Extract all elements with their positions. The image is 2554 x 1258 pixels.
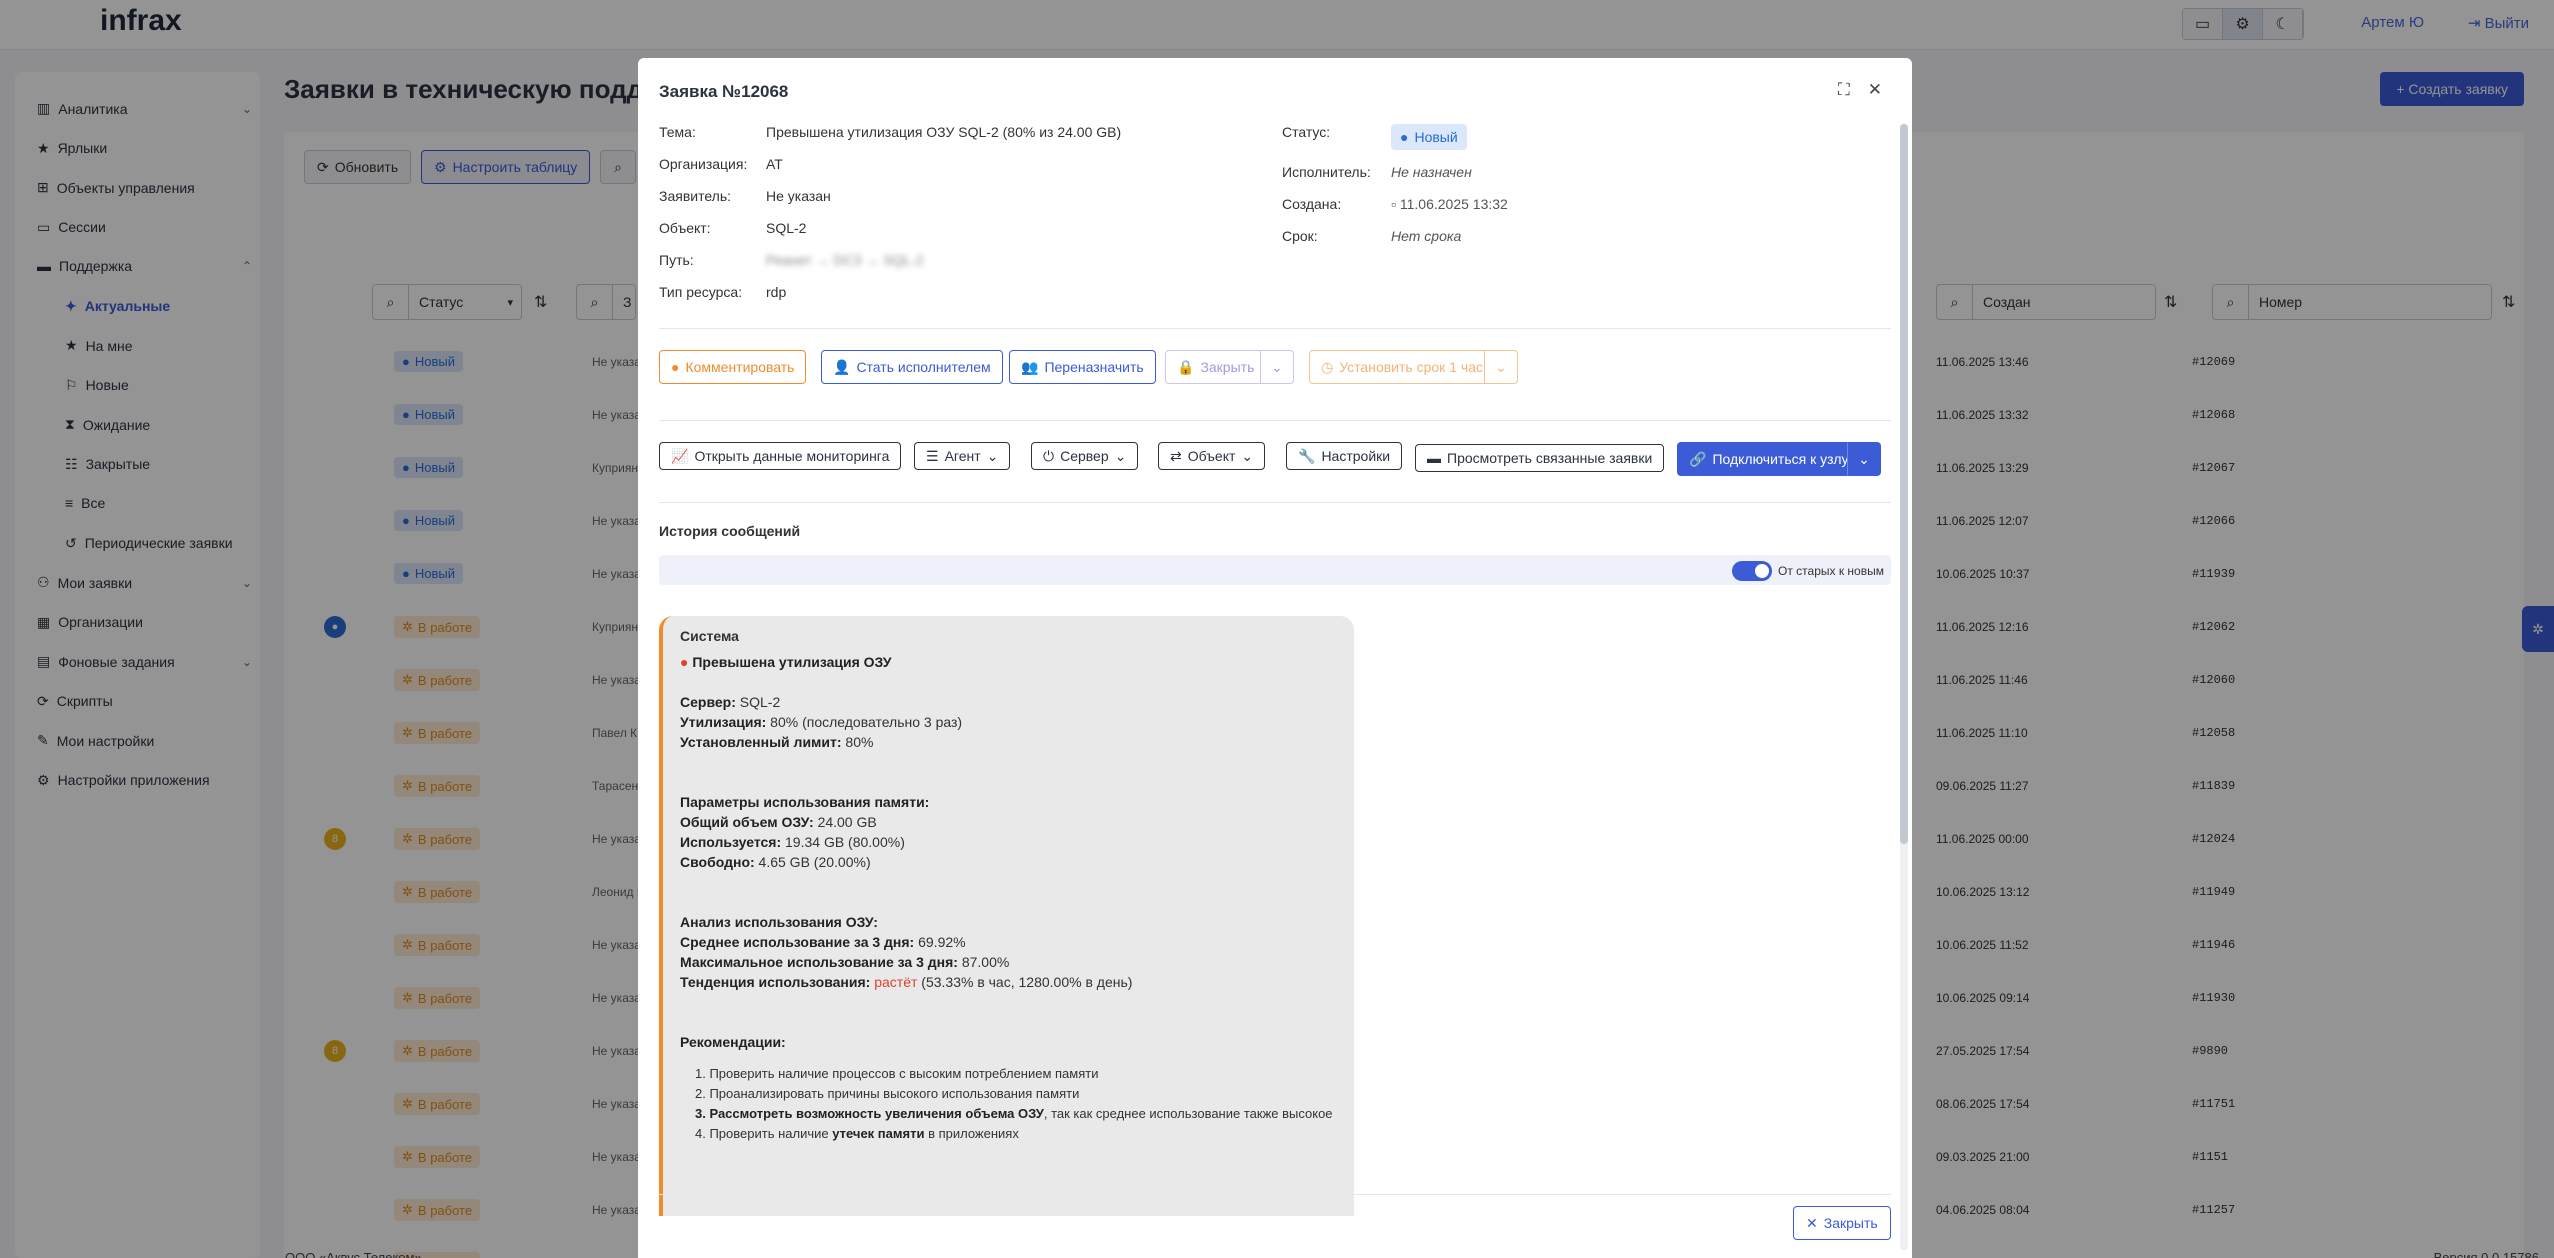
divider bbox=[659, 1194, 1891, 1195]
field-label-requester: Заявитель: bbox=[659, 188, 732, 204]
set-deadline-button[interactable]: ◷ Установить срок 1 час bbox=[1309, 350, 1495, 384]
server-dropdown[interactable]: ⏻ Сервер ⌄ bbox=[1031, 442, 1139, 470]
field-label-path: Путь: bbox=[659, 252, 694, 268]
modal-scrollbar[interactable] bbox=[1900, 124, 1908, 1250]
field-value-created: ▫ 11.06.2025 13:32 bbox=[1391, 196, 1508, 212]
message-line: Тенденция использования: растёт (53.33% … bbox=[680, 974, 1133, 990]
message-line: Свободно: 4.65 GB (20.00%) bbox=[680, 854, 871, 870]
message-line: Анализ использования ОЗУ: bbox=[680, 914, 878, 930]
clock-icon: ◷ bbox=[1321, 358, 1334, 375]
field-value-deadline: Нет срока bbox=[1391, 228, 1462, 244]
status-badge: ● Новый bbox=[1391, 124, 1467, 150]
modal-controls: ⛶ ✕ bbox=[1838, 80, 1882, 100]
field-value-requester: Не указан bbox=[766, 188, 831, 204]
message-line: Общий объем ОЗУ: 24.00 GB bbox=[680, 814, 877, 830]
field-label-subject: Тема: bbox=[659, 124, 696, 140]
close-ticket-button[interactable]: 🔒 Закрыть bbox=[1165, 350, 1267, 384]
field-label-resource-type: Тип ресурса: bbox=[659, 284, 743, 300]
field-label-status: Статус: bbox=[1282, 124, 1331, 140]
message-line: Параметры использования памяти: bbox=[680, 794, 930, 810]
open-monitoring-button[interactable]: 📈 Открыть данные мониторинга bbox=[659, 442, 902, 470]
chevron-down-icon: ⌄ bbox=[1114, 447, 1127, 464]
recommendation-item: 4. Проверить наличие утечек памяти в при… bbox=[695, 1126, 1019, 1141]
calendar-icon: ▫ bbox=[1391, 196, 1400, 212]
deadline-options-button[interactable]: ⌄ bbox=[1484, 350, 1518, 384]
ticket-icon: ▬ bbox=[1427, 450, 1441, 466]
connect-options-button[interactable]: ⌄ bbox=[1847, 442, 1881, 476]
assign-self-button[interactable]: 👤 Стать исполнителем bbox=[821, 350, 1003, 384]
lock-icon: 🔒 bbox=[1177, 358, 1195, 375]
chevron-down-icon: ⌄ bbox=[1495, 358, 1507, 375]
field-value-resource-type: rdp bbox=[766, 284, 787, 300]
field-value-assignee: Не назначен bbox=[1391, 164, 1472, 180]
message-headline: ● Превышена утилизация ОЗУ bbox=[680, 654, 892, 670]
related-tickets-button[interactable]: ▬ Просмотреть связанные заявки bbox=[1415, 444, 1665, 472]
field-label-org: Организация: bbox=[659, 156, 748, 172]
recommendation-item: 2. Проанализировать причины высокого исп… bbox=[695, 1086, 1080, 1101]
scroll-thumb[interactable] bbox=[1900, 124, 1908, 844]
comment-button[interactable]: ● Комментировать bbox=[659, 350, 807, 384]
message-line: Рекомендации: bbox=[680, 1034, 786, 1050]
message-line: Утилизация: 80% (последовательно 3 раз) bbox=[680, 714, 963, 730]
chart-line-icon: 📈 bbox=[671, 447, 689, 464]
divider bbox=[659, 502, 1891, 503]
field-label-assignee: Исполнитель: bbox=[1282, 164, 1371, 180]
chevron-down-icon: ⌄ bbox=[1271, 358, 1283, 375]
exchange-icon: ⇄ bbox=[1170, 447, 1182, 464]
divider bbox=[659, 328, 1891, 329]
divider bbox=[659, 420, 1891, 421]
close-icon[interactable]: ✕ bbox=[1868, 80, 1882, 100]
message-author: Система bbox=[680, 628, 739, 644]
modal-title: Заявка №12068 bbox=[659, 82, 789, 101]
object-dropdown[interactable]: ⇄ Объект ⌄ bbox=[1158, 442, 1266, 470]
field-value-subject: Превышена утилизация ОЗУ SQL-2 (80% из 2… bbox=[766, 124, 1122, 140]
field-value-path: Реанет → DC3 → SQL-2 bbox=[766, 252, 924, 268]
message-line: Среднее использование за 3 дня: 69.92% bbox=[680, 934, 966, 950]
field-value-org: АТ bbox=[766, 156, 783, 172]
field-value-object: SQL-2 bbox=[766, 220, 807, 236]
expand-icon[interactable]: ⛶ bbox=[1838, 80, 1850, 100]
comment-icon: ● bbox=[671, 359, 680, 375]
message-line: Используется: 19.34 GB (80.00%) bbox=[680, 834, 905, 850]
close-icon: ✕ bbox=[1806, 1214, 1818, 1231]
chevron-down-icon: ⌄ bbox=[1241, 447, 1254, 464]
message-line: Сервер: SQL-2 bbox=[680, 694, 781, 710]
history-title: История сообщений bbox=[659, 523, 801, 539]
message-line: Установленный лимит: 80% bbox=[680, 734, 874, 750]
user-swap-icon: 👥 bbox=[1021, 358, 1039, 375]
recommendation-item: 3. Рассмотреть возможность увеличения об… bbox=[695, 1106, 1333, 1121]
settings-button[interactable]: 🔧 Настройки bbox=[1286, 442, 1403, 470]
field-label-created: Создана: bbox=[1282, 196, 1342, 212]
history-toolbar bbox=[659, 555, 1891, 585]
chevron-down-icon: ⌄ bbox=[1858, 450, 1870, 467]
link-icon: 🔗 bbox=[1689, 450, 1707, 467]
field-label-deadline: Срок: bbox=[1282, 228, 1318, 244]
connect-node-button[interactable]: 🔗 Подключиться к узлу bbox=[1677, 442, 1861, 476]
close-options-button[interactable]: ⌄ bbox=[1260, 350, 1294, 384]
order-toggle[interactable] bbox=[1732, 561, 1772, 581]
alert-icon: ● bbox=[680, 654, 689, 670]
user-check-icon: 👤 bbox=[833, 358, 851, 375]
ticket-modal: Заявка №12068 ⛶ ✕ Тема: Превышена утилиз… bbox=[638, 58, 1912, 1258]
wrench-icon: 🔧 bbox=[1298, 447, 1316, 464]
order-toggle-label: От старых к новым bbox=[1778, 564, 1884, 578]
modal-close-button[interactable]: ✕ Закрыть bbox=[1793, 1206, 1891, 1240]
recommendation-item: 1. Проверить наличие процессов с высоким… bbox=[695, 1066, 1099, 1081]
agent-dropdown[interactable]: ☰ Агент ⌄ bbox=[914, 442, 1011, 470]
reassign-button[interactable]: 👥 Переназначить bbox=[1009, 350, 1156, 384]
message-line: Максимальное использование за 3 дня: 87.… bbox=[680, 954, 1010, 970]
system-message: Система ● Превышена утилизация ОЗУ Серве… bbox=[659, 616, 1354, 1216]
server-icon: ☰ bbox=[926, 447, 939, 464]
power-icon: ⏻ bbox=[1043, 447, 1055, 464]
info-icon: ● bbox=[1400, 129, 1409, 145]
chevron-down-icon: ⌄ bbox=[986, 447, 999, 464]
field-label-object: Объект: bbox=[659, 220, 711, 236]
